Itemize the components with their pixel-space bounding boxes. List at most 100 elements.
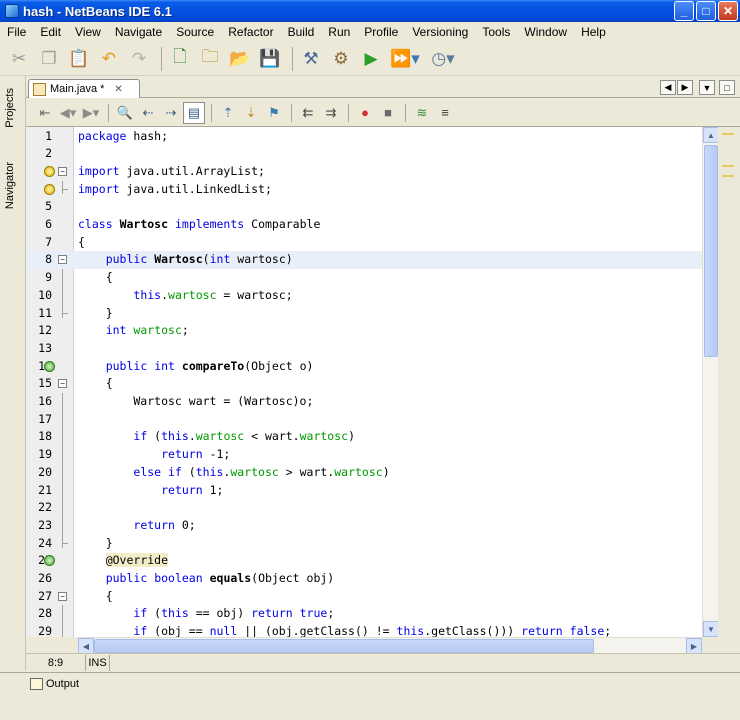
code-fold-icon[interactable]: − (58, 255, 67, 265)
stripe-marker[interactable] (722, 175, 734, 177)
redo-icon[interactable]: ↷ (126, 46, 152, 72)
cut-icon[interactable]: ✂ (6, 46, 32, 72)
code-line[interactable]: 7{ (26, 234, 702, 252)
code-line[interactable]: 8− public Wartosc(int wartosc) (26, 251, 702, 270)
code-line[interactable]: 5 (26, 198, 702, 216)
tab-list-icon[interactable]: ▼ (699, 80, 715, 95)
code-fold-icon[interactable]: − (58, 591, 67, 601)
shift-left-icon[interactable]: ⇇ (297, 102, 319, 124)
new-project-icon[interactable]: 🗀 (197, 46, 223, 72)
start-macro-icon[interactable]: ● (354, 102, 376, 124)
last-edit-icon[interactable]: ⇤ (34, 102, 56, 124)
hint-bulb-icon[interactable] (44, 165, 55, 177)
code-line[interactable]: 2 (26, 145, 702, 163)
forward-icon[interactable]: ▶▾ (80, 102, 102, 124)
back-icon[interactable]: ◀▾ (57, 102, 79, 124)
horizontal-scrollbar[interactable]: ◀ ▶ (78, 637, 702, 654)
code-line[interactable]: 16 Wartosc wart = (Wartosc)o; (26, 393, 702, 411)
code-line[interactable]: 11 } (26, 305, 702, 323)
projects-tab[interactable]: Projects (4, 88, 16, 128)
code-line[interactable]: 22 (26, 499, 702, 517)
paste-icon[interactable]: 📋 (66, 46, 92, 72)
scroll-up-icon[interactable]: ▲ (703, 127, 719, 143)
hint-bulb-icon[interactable] (44, 183, 55, 195)
uncomment-icon[interactable]: ≡ (434, 102, 456, 124)
toggle-highlight-icon[interactable]: ▤ (183, 101, 205, 124)
previous-bookmark-icon[interactable]: ⇡ (217, 102, 239, 124)
code-editor[interactable]: 1 package hash; 23 − import java.util.ArrayL… (26, 127, 702, 637)
scroll-right-icon[interactable]: ▶ (686, 638, 702, 654)
code-line[interactable]: 24 } (26, 535, 702, 553)
scroll-down-icon[interactable]: ▼ (703, 621, 719, 637)
navigator-tab[interactable]: Navigator (4, 162, 16, 209)
find-next-icon[interactable]: ⇢ (160, 102, 182, 124)
maximize-button[interactable]: □ (696, 1, 716, 21)
stripe-marker[interactable] (722, 165, 734, 167)
code-line[interactable]: 10 this.wartosc = wartosc; (26, 287, 702, 305)
menu-refactor[interactable]: Refactor (221, 25, 280, 39)
minimize-button[interactable]: _ (674, 1, 694, 21)
undo-icon[interactable]: ↶ (96, 46, 122, 72)
tab-close-icon[interactable]: ✕ (114, 84, 122, 95)
scroll-left-icon[interactable]: ◀ (78, 638, 94, 654)
comment-icon[interactable]: ≋ (411, 102, 433, 124)
next-bookmark-icon[interactable]: ⇣ (240, 102, 262, 124)
menu-navigate[interactable]: Navigate (108, 25, 169, 39)
tab-main-java[interactable]: Main.java * ✕ (28, 79, 140, 98)
toggle-bookmark-icon[interactable]: ⚑ (263, 102, 285, 124)
code-line[interactable]: 14 public int compareTo(Object o) (26, 358, 702, 376)
override-icon[interactable] (44, 360, 55, 372)
find-selection-icon[interactable]: 🔍 (114, 102, 136, 124)
menu-run[interactable]: Run (321, 25, 357, 39)
build-hammer-icon[interactable]: ⚒ (298, 46, 324, 72)
code-line[interactable]: 21 return 1; (26, 482, 702, 500)
menu-tools[interactable]: Tools (475, 25, 517, 39)
profile-icon[interactable]: ◷▾ (426, 46, 460, 72)
menu-view[interactable]: View (68, 25, 108, 39)
code-line[interactable]: 1 package hash; (26, 128, 702, 146)
run-icon[interactable]: ▶ (358, 46, 384, 72)
code-line[interactable]: 12 int wartosc; (26, 322, 702, 340)
stripe-marker[interactable] (722, 133, 734, 135)
code-fold-icon[interactable]: − (58, 166, 67, 176)
override-icon[interactable] (44, 555, 55, 567)
clean-build-icon[interactable]: ⚙ (328, 46, 354, 72)
stop-macro-icon[interactable]: ■ (377, 102, 399, 124)
scroll-tabs-left-icon[interactable]: ◀ (660, 80, 676, 95)
menu-source[interactable]: Source (169, 25, 221, 39)
menu-profile[interactable]: Profile (357, 25, 405, 39)
code-line[interactable]: 6 class Wartosc implements Comparable (26, 216, 702, 234)
code-line[interactable]: 26 public boolean equals(Object obj) (26, 570, 702, 588)
code-line[interactable]: 27− { (26, 588, 702, 606)
close-button[interactable]: ✕ (718, 1, 738, 21)
copy-icon[interactable]: ❐ (36, 46, 62, 72)
menu-window[interactable]: Window (517, 25, 574, 39)
code-line[interactable]: 25 @Override (26, 552, 702, 570)
code-line[interactable]: 4import java.util.LinkedList; (26, 181, 702, 199)
maximize-window-icon[interactable]: □ (719, 80, 735, 95)
code-line[interactable]: 9 { (26, 269, 702, 287)
new-file-icon[interactable]: 🗋 (167, 46, 193, 72)
menu-edit[interactable]: Edit (33, 25, 68, 39)
shift-right-icon[interactable]: ⇉ (320, 102, 342, 124)
code-line[interactable]: 3−import java.util.ArrayList; (26, 163, 702, 181)
code-line[interactable]: 17 (26, 411, 702, 429)
menu-build[interactable]: Build (281, 25, 322, 39)
code-line[interactable]: 29 if (obj == null || (obj.getClass() !=… (26, 623, 702, 637)
vertical-scrollbar[interactable]: ▲ ▼ (702, 127, 719, 637)
horizontal-scroll-thumb[interactable] (94, 639, 594, 653)
code-line[interactable]: 18 if (this.wartosc < wart.wartosc) (26, 428, 702, 446)
menu-versioning[interactable]: Versioning (405, 25, 475, 39)
code-line[interactable]: 13 (26, 340, 702, 358)
code-fold-icon[interactable]: − (58, 379, 67, 389)
vertical-scroll-thumb[interactable] (704, 145, 718, 357)
scroll-tabs-right-icon[interactable]: ▶ (677, 80, 693, 95)
code-line[interactable]: 20 else if (this.wartosc > wart.wartosc) (26, 464, 702, 482)
code-line[interactable]: 15− { (26, 375, 702, 393)
find-previous-icon[interactable]: ⇠ (137, 102, 159, 124)
code-line[interactable]: 23 return 0; (26, 517, 702, 535)
menu-help[interactable]: Help (574, 25, 613, 39)
output-tab[interactable]: Output (30, 678, 79, 690)
code-line[interactable]: 19 return -1; (26, 446, 702, 464)
code-line[interactable]: 28 if (this == obj) return true; (26, 605, 702, 623)
